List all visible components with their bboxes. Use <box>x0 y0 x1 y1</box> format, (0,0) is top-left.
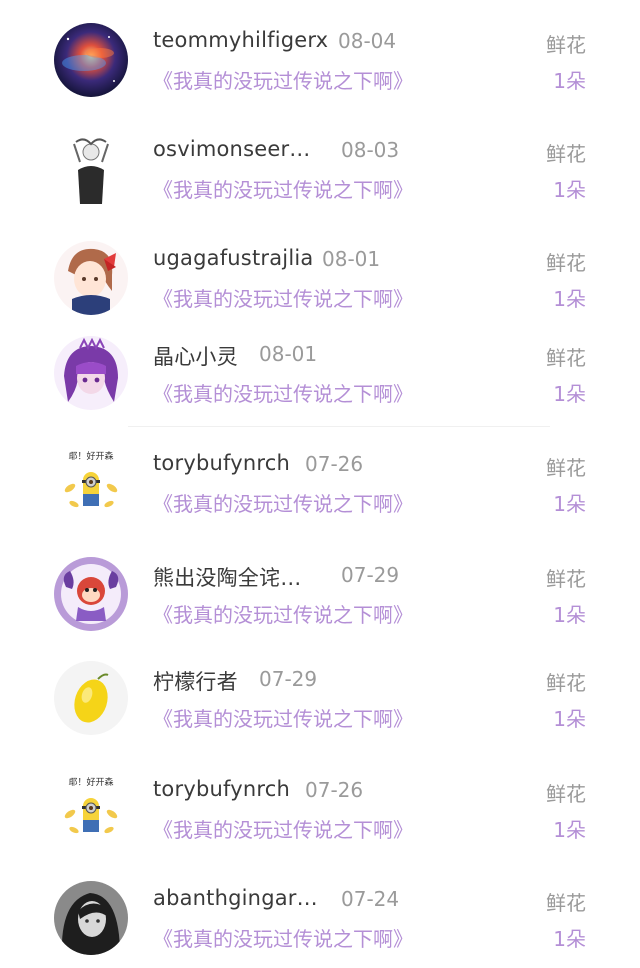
username[interactable]: torybufynrch <box>153 451 290 475</box>
minion-caption: 耶！好开森 <box>68 450 113 462</box>
username[interactable]: torybufynrch <box>153 777 290 801</box>
gift-date: 08-01 <box>322 247 381 271</box>
gift-type: 鲜花 <box>546 671 586 695</box>
username[interactable]: 熊出没陶全诧… <box>153 562 301 592</box>
gift-date: 08-03 <box>341 138 400 162</box>
gift-date: 07-24 <box>341 887 400 911</box>
gift-date: 07-26 <box>305 778 364 802</box>
gift-row[interactable]: teommyhilfigerx 08-04 《我真的没玩过传说之下啊》 鲜花 1… <box>0 10 640 110</box>
work-title-link[interactable]: 《我真的没玩过传说之下啊》 <box>153 703 413 732</box>
gift-count: 1朵 <box>553 927 586 951</box>
section-divider <box>128 426 550 427</box>
work-title-link[interactable]: 《我真的没玩过传说之下啊》 <box>153 283 413 312</box>
work-title-link[interactable]: 《我真的没玩过传说之下啊》 <box>153 378 413 407</box>
gift-type: 鲜花 <box>546 346 586 370</box>
username[interactable]: 晶心小灵 <box>153 341 238 371</box>
gift-count: 1朵 <box>553 707 586 731</box>
work-title-link[interactable]: 《我真的没玩过传说之下啊》 <box>153 814 413 843</box>
gift-row[interactable]: 耶！好开森 torybufynrch 07-26 《我真的没玩过传说之下啊》 鲜… <box>0 759 640 859</box>
username[interactable]: ugagafustrajlia <box>153 246 313 270</box>
gift-count: 1朵 <box>553 603 586 627</box>
gift-type: 鲜花 <box>546 782 586 806</box>
gift-type: 鲜花 <box>546 567 586 591</box>
galaxy-avatar[interactable] <box>54 23 128 97</box>
gift-type: 鲜花 <box>546 891 586 915</box>
gift-count: 1朵 <box>553 287 586 311</box>
work-title-link[interactable]: 《我真的没玩过传说之下啊》 <box>153 174 413 203</box>
anime-girl-bow-avatar[interactable] <box>54 241 128 315</box>
username[interactable]: 柠檬行者 <box>153 666 238 696</box>
gift-date: 07-29 <box>341 563 400 587</box>
work-title-link[interactable]: 《我真的没玩过传说之下啊》 <box>153 488 413 517</box>
gift-date: 07-29 <box>259 667 318 691</box>
minion-avatar[interactable]: 耶！好开森 <box>54 772 128 846</box>
gift-count: 1朵 <box>553 492 586 516</box>
username[interactable]: osvimonseer… <box>153 137 310 161</box>
sketch-woman-avatar[interactable] <box>54 132 128 206</box>
gift-count: 1朵 <box>553 382 586 406</box>
gift-list: teommyhilfigerx 08-04 《我真的没玩过传说之下啊》 鲜花 1… <box>0 0 640 965</box>
lemon-avatar[interactable] <box>54 661 128 735</box>
gift-type: 鲜花 <box>546 33 586 57</box>
bw-portrait-avatar[interactable] <box>54 881 128 955</box>
gift-count: 1朵 <box>553 69 586 93</box>
gift-date: 08-01 <box>259 342 318 366</box>
gift-row[interactable]: abanthgingar… 07-24 《我真的没玩过传说之下啊》 鲜花 1朵 <box>0 868 640 968</box>
minion-caption: 耶！好开森 <box>68 776 113 788</box>
gift-count: 1朵 <box>553 818 586 842</box>
gift-row[interactable]: 熊出没陶全诧… 07-29 《我真的没玩过传说之下啊》 鲜花 1朵 <box>0 544 640 644</box>
gift-row[interactable]: osvimonseer… 08-03 《我真的没玩过传说之下啊》 鲜花 1朵 <box>0 119 640 219</box>
gift-row[interactable]: 晶心小灵 08-01 《我真的没玩过传说之下啊》 鲜花 1朵 <box>0 323 640 423</box>
username[interactable]: abanthgingar… <box>153 886 318 910</box>
gift-type: 鲜花 <box>546 251 586 275</box>
gift-type: 鲜花 <box>546 456 586 480</box>
gift-type: 鲜花 <box>546 142 586 166</box>
gift-date: 08-04 <box>338 29 397 53</box>
gift-row[interactable]: 柠檬行者 07-29 《我真的没玩过传说之下啊》 鲜花 1朵 <box>0 648 640 748</box>
minion-avatar[interactable]: 耶！好开森 <box>54 446 128 520</box>
gift-count: 1朵 <box>553 178 586 202</box>
gift-row[interactable]: 耶！好开森 torybufynrch 07-26 《我真的没玩过传说之下啊》 鲜… <box>0 433 640 533</box>
purple-hair-avatar[interactable] <box>54 336 128 410</box>
gift-row[interactable]: ugagafustrajlia 08-01 《我真的没玩过传说之下啊》 鲜花 1… <box>0 228 640 328</box>
work-title-link[interactable]: 《我真的没玩过传说之下啊》 <box>153 65 413 94</box>
work-title-link[interactable]: 《我真的没玩过传说之下啊》 <box>153 923 413 952</box>
cartoon-monkey-avatar[interactable] <box>54 557 128 631</box>
gift-date: 07-26 <box>305 452 364 476</box>
username[interactable]: teommyhilfigerx <box>153 28 328 52</box>
work-title-link[interactable]: 《我真的没玩过传说之下啊》 <box>153 599 413 628</box>
